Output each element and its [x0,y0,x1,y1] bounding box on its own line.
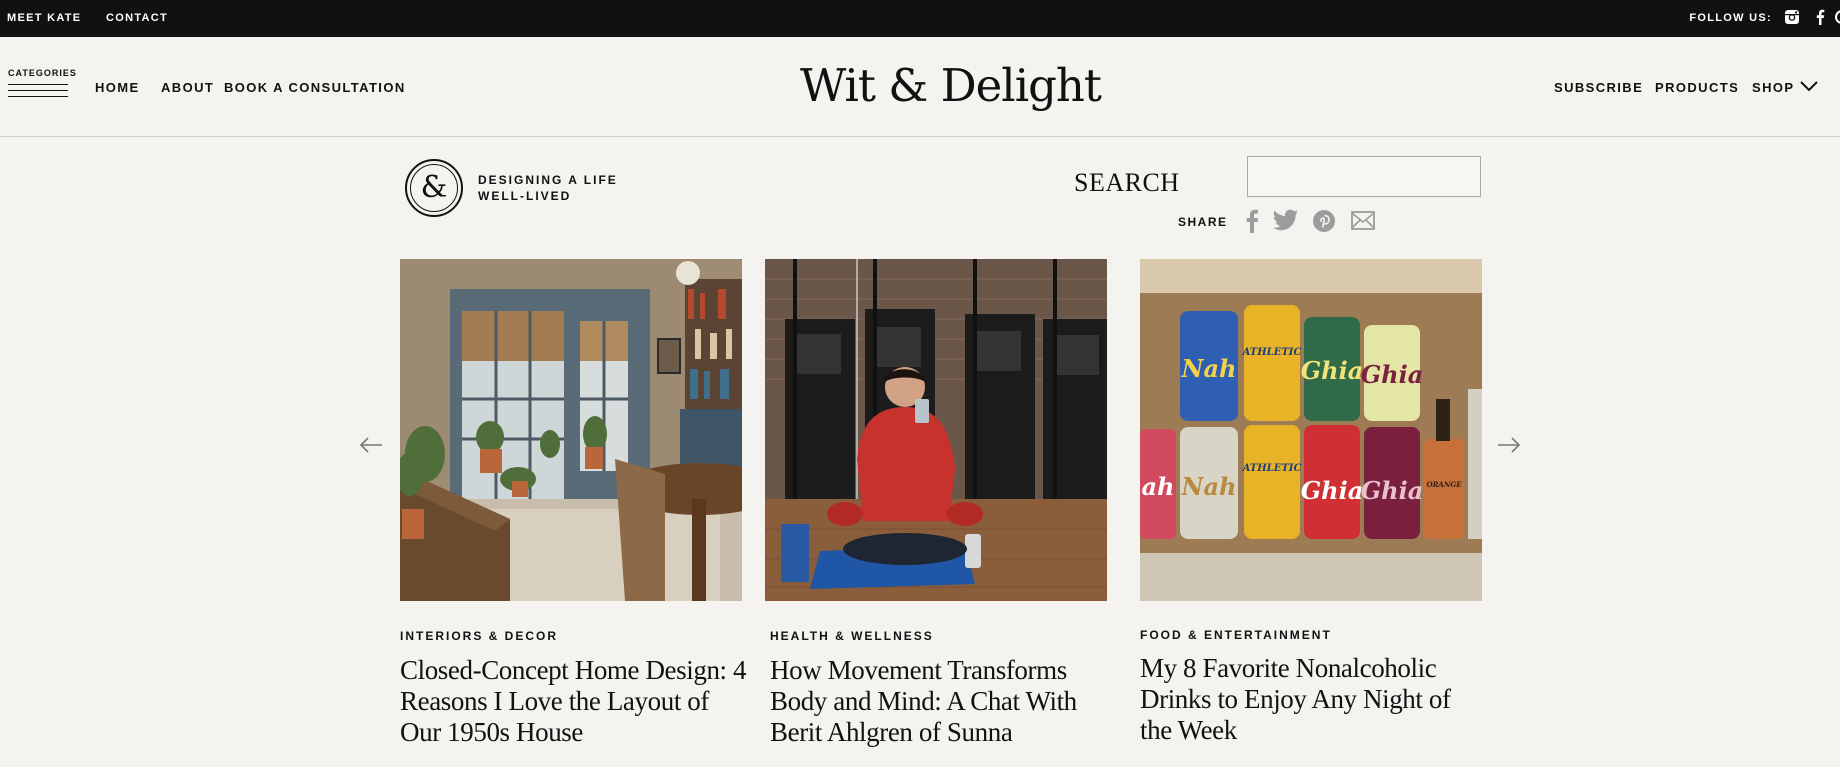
nav-subscribe[interactable]: SUBSCRIBE [1554,80,1643,95]
post-image-interiors[interactable] [400,259,742,601]
nonalcoholic-drinks-image: Nah ATHLETIC Ghia Ghia ah Nah ATHLETIC G… [1140,259,1482,601]
share-facebook-icon[interactable] [1245,209,1259,233]
interior-room-image [400,259,742,601]
can-label: Ghia [1301,476,1364,505]
share-email-icon[interactable] [1351,211,1375,230]
search-input[interactable] [1247,156,1481,197]
can-label: ATHLETIC [1242,347,1302,358]
nav-about[interactable]: ABOUT [161,80,214,95]
nav-products[interactable]: PRODUCTS [1655,80,1739,95]
carousel-prev-arrow-icon[interactable] [358,435,384,455]
can-label: Ghia [1361,476,1424,505]
tagline-line-2: WELL-LIVED [478,189,572,203]
categories-label: CATEGORIES [8,68,77,78]
post-category-wellness[interactable]: HEALTH & WELLNESS [770,629,934,643]
share-pinterest-icon[interactable] [1312,209,1336,233]
meet-kate-link[interactable]: MEET KATE [7,12,81,24]
carousel-next-arrow-icon[interactable] [1496,435,1522,455]
post-title-food[interactable]: My 8 Favorite Nonalcoholic Drinks to Enj… [1140,653,1460,746]
post-title-interiors[interactable]: Closed-Concept Home Design: 4 Reasons I … [400,655,750,748]
ampersand-badge-icon: & [405,159,463,217]
chevron-down-icon[interactable] [1800,80,1818,92]
can-label: Ghia [1361,360,1424,389]
post-category-food[interactable]: FOOD & ENTERTAINMENT [1140,628,1332,642]
can-label: ah [1142,472,1175,501]
follow-us-label: FOLLOW US: [1689,12,1772,24]
can-label: Nah [1181,354,1237,383]
search-label: SEARCH [1074,168,1180,197]
nav-book-consultation[interactable]: BOOK A CONSULTATION [224,80,406,95]
hamburger-icon [8,84,68,102]
pinterest-icon[interactable] [1834,9,1840,25]
site-logo[interactable]: Wit & Delight [800,59,1102,112]
badge-symbol: & [410,164,458,212]
contact-link[interactable]: CONTACT [106,12,168,24]
instagram-icon[interactable] [1784,9,1800,25]
post-image-wellness[interactable] [765,259,1107,601]
post-image-drinks[interactable]: Nah ATHLETIC Ghia Ghia ah Nah ATHLETIC G… [1140,259,1482,601]
can-label: Nah [1181,472,1237,501]
can-label: Ghia [1301,356,1364,385]
nav-home[interactable]: HOME [95,80,140,95]
nav-shop[interactable]: SHOP [1752,80,1794,95]
movement-studio-image [765,259,1107,601]
top-bar: MEET KATE CONTACT FOLLOW US: [0,0,1840,37]
share-label: SHARE [1178,215,1228,229]
post-category-interiors[interactable]: INTERIORS & DECOR [400,629,558,643]
site-header: CATEGORIES HOME ABOUT BOOK A CONSULTATIO… [0,37,1840,137]
tagline: DESIGNING A LIFE WELL-LIVED [478,172,618,204]
share-twitter-icon[interactable] [1273,209,1299,231]
post-title-wellness[interactable]: How Movement Transforms Body and Mind: A… [770,655,1090,748]
can-label: ATHLETIC [1242,463,1302,474]
can-label: ORANGE [1426,480,1462,489]
facebook-icon[interactable] [1812,9,1828,25]
tagline-line-1: DESIGNING A LIFE [478,173,618,187]
